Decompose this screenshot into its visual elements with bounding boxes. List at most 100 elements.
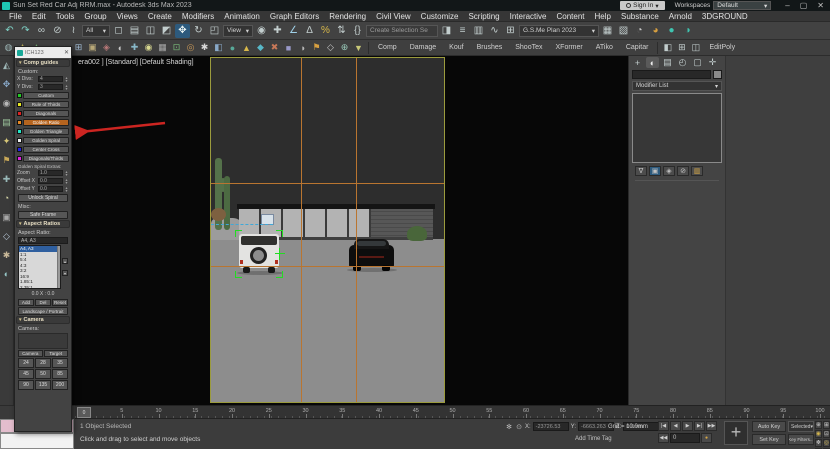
display-tab[interactable]: ▢ — [691, 57, 704, 68]
key-selection-dropdown[interactable]: Selected▾ — [788, 421, 814, 432]
reset-button[interactable]: Reset — [52, 299, 68, 306]
side-tool-icon-4[interactable]: ▤ — [1, 116, 13, 128]
plugin-close-icon[interactable]: ✕ — [64, 49, 69, 56]
guide-color-swatch[interactable] — [17, 93, 22, 98]
schematic-view-icon[interactable]: ⊞ — [503, 24, 518, 38]
side-tool-icon-7[interactable]: ✚ — [1, 173, 13, 185]
plugin-icon-8[interactable]: ◈ — [100, 42, 113, 54]
side-tool-icon-1[interactable]: ◭ — [1, 59, 13, 71]
plugin-icon-23[interactable]: ⚑ — [310, 42, 323, 54]
menu-create[interactable]: Create — [143, 12, 177, 21]
render-production-icon[interactable]: ● — [664, 24, 679, 38]
guide-button-golden-triangle[interactable]: Golden Triangle — [23, 128, 69, 135]
render-setup-icon[interactable]: ◔ — [632, 24, 647, 38]
plugin-icon-25[interactable]: ⊕ — [338, 42, 351, 54]
toolbar-tab-xformer[interactable]: XFormer — [550, 42, 589, 54]
unlink-icon[interactable]: ⊘ — [50, 24, 65, 38]
go-to-end-button[interactable]: ▶▶ — [706, 421, 717, 431]
menu-rendering[interactable]: Rendering — [324, 12, 371, 21]
spinner-snap-icon[interactable]: ⇅ — [334, 24, 349, 38]
motion-tab[interactable]: ◴ — [676, 57, 689, 68]
menu-modifiers[interactable]: Modifiers — [177, 12, 219, 21]
spinner-offset-y[interactable]: Offset Y0.0▴▾ — [15, 185, 71, 193]
edit-named-sets-icon[interactable]: {} — [350, 24, 365, 38]
pin-stack-button[interactable]: ∇ — [635, 166, 647, 176]
guide-button-golden-spiral[interactable]: Golden Spiral — [23, 137, 69, 144]
rollout-comp-guides[interactable]: ▾ Comp guides — [16, 59, 70, 67]
time-ruler[interactable]: 0510152025303540455055606570758085909510… — [75, 405, 830, 419]
aspect-ratio-field[interactable]: A4, A3 — [18, 237, 68, 244]
selection-filter-dropdown[interactable]: All▾ — [82, 25, 110, 37]
rollout-camera[interactable]: ▾ Camera — [16, 316, 70, 324]
prev-key-button[interactable]: ◀◀ — [658, 433, 669, 443]
toolbar-tab-capitar[interactable]: Capitar — [620, 42, 655, 54]
configure-modifier-sets-button[interactable]: ▥ — [691, 166, 703, 176]
focal-200-button[interactable]: 200 — [52, 380, 68, 390]
transform-axis-gizmo[interactable] — [275, 248, 285, 260]
target-button[interactable]: Target — [44, 350, 69, 357]
landscape-portrait-button[interactable]: Landscape / Portrait — [18, 307, 68, 315]
side-tool-icon-10[interactable]: ◇ — [1, 230, 13, 242]
guide-color-swatch[interactable] — [17, 111, 22, 116]
object-color-swatch[interactable] — [713, 70, 722, 79]
menu-content[interactable]: Content — [552, 12, 590, 21]
create-tab[interactable]: + — [631, 57, 644, 68]
undo-icon[interactable]: ↶ — [2, 24, 17, 38]
remove-modifier-button[interactable]: ⊘ — [677, 166, 689, 176]
plugin-icon-21[interactable]: ■ — [282, 42, 295, 54]
rect-selection-region-icon[interactable]: ◫ — [143, 24, 158, 38]
plugin-icon-20[interactable]: ✖ — [268, 42, 281, 54]
layout-wide-icon[interactable]: ◫ — [689, 42, 702, 54]
key-filters-button[interactable]: Key Filters... — [788, 434, 814, 445]
layout-split-icon[interactable]: ◧ — [661, 42, 674, 54]
menu-substance[interactable]: Substance — [616, 12, 664, 21]
focal-45-button[interactable]: 45 — [18, 369, 34, 379]
guide-color-swatch[interactable] — [17, 102, 22, 107]
del-button[interactable]: Del — [35, 299, 51, 306]
focal-35-button[interactable]: 35 — [52, 358, 68, 368]
redo-icon[interactable]: ↷ — [18, 24, 33, 38]
bind-spacewarp-icon[interactable]: ≀ — [66, 24, 81, 38]
menu-edit[interactable]: Edit — [27, 12, 51, 21]
plugin-icon-9[interactable]: ◐ — [114, 42, 127, 54]
isolate-selection-icon[interactable]: ✻ — [505, 423, 513, 431]
add-time-tag[interactable]: Add Time Tag — [575, 436, 612, 442]
key-mode-toggle[interactable]: ● — [701, 433, 712, 443]
object-name-field[interactable] — [632, 70, 711, 79]
add-button[interactable]: Add — [18, 299, 34, 306]
aspect-ratio-listbox[interactable]: A4, A31:15:44:33:216:91.85:12.35:1 — [18, 245, 61, 289]
maximize-button[interactable]: ▢ — [800, 1, 808, 10]
toolbar-tab-shootex[interactable]: ShooTex — [509, 42, 548, 54]
plugin-icon-12[interactable]: ▦ — [156, 42, 169, 54]
modifier-list-dropdown[interactable]: Modifier List▾ — [632, 81, 722, 91]
focal-90-button[interactable]: 90 — [18, 380, 34, 390]
side-tool-icon-9[interactable]: ▣ — [1, 211, 13, 223]
x-divs-spinner[interactable]: X Divs: 4 ▴▾ — [15, 75, 71, 83]
menu-civil-view[interactable]: Civil View — [371, 12, 416, 21]
focal-85-button[interactable]: 85 — [52, 369, 68, 379]
menu-3dground[interactable]: 3DGROUND — [697, 12, 753, 21]
ribbon-toggle-icon[interactable]: ▧ — [616, 24, 631, 38]
side-tool-icon-8[interactable]: ◔ — [1, 192, 13, 204]
plugin-icon-6[interactable]: ⊞ — [72, 42, 85, 54]
select-rotate-icon[interactable]: ↻ — [191, 24, 206, 38]
pan-icon[interactable]: ✥ — [815, 439, 822, 447]
x-coordinate-field[interactable]: -23726.53 — [533, 422, 569, 431]
spinner-zoom[interactable]: Zoom1.0▴▾ — [15, 169, 71, 177]
menu-scripting[interactable]: Scripting — [463, 12, 504, 21]
guide-button-custom[interactable]: Custom — [23, 92, 69, 99]
camera-button[interactable]: Camera — [18, 350, 43, 357]
menu-arnold[interactable]: Arnold — [664, 12, 697, 21]
menu-graph-editors[interactable]: Graph Editors — [265, 12, 324, 21]
guide-button-diagonals-thirds[interactable]: Diagonals/Thirds — [23, 155, 69, 162]
side-tool-icon-6[interactable]: ⚑ — [1, 154, 13, 166]
menu-tools[interactable]: Tools — [51, 12, 80, 21]
percent-snap-icon[interactable]: % — [318, 24, 333, 38]
move-down-button[interactable]: ▾ — [62, 270, 68, 276]
guide-color-swatch[interactable] — [17, 138, 22, 143]
side-tool-icon-3[interactable]: ◉ — [1, 97, 13, 109]
plugin-icon-19[interactable]: ◆ — [254, 42, 267, 54]
prev-frame-button[interactable]: ◀ — [670, 421, 681, 431]
plugin-icon-17[interactable]: ● — [226, 42, 239, 54]
select-move-icon[interactable]: ✥ — [175, 24, 190, 38]
